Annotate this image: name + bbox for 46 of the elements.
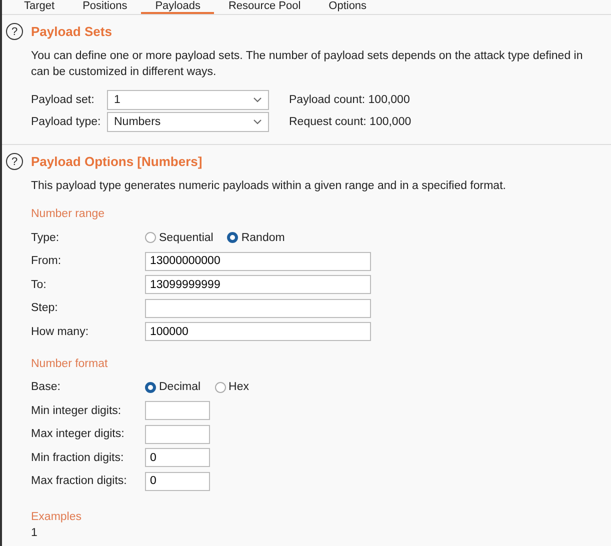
field-label: Payload set: xyxy=(31,94,96,106)
input-field[interactable]: 0 xyxy=(145,448,210,468)
input-field[interactable] xyxy=(145,298,371,318)
input-field[interactable] xyxy=(145,401,210,420)
subsection-heading: Examples xyxy=(31,511,82,523)
caret-icon xyxy=(253,119,262,125)
example-value: 1 xyxy=(31,527,38,539)
dropdown[interactable]: Numbers xyxy=(107,112,269,132)
field-label: Max integer digits: xyxy=(31,428,126,440)
field-label: Step: xyxy=(31,302,59,314)
tab[interactable]: Payloads xyxy=(141,0,214,14)
section-title: Payload Options [Numbers] xyxy=(31,154,202,169)
field-label: Type: xyxy=(31,232,60,244)
help-icon[interactable]: ? xyxy=(6,23,23,40)
field-label: Base: xyxy=(31,381,62,394)
input-field[interactable]: 13099999999 xyxy=(145,275,371,294)
radio-option[interactable]: Hex xyxy=(214,381,249,394)
tab[interactable]: Options xyxy=(314,0,381,14)
help-icon[interactable]: ? xyxy=(6,153,23,170)
input-field[interactable]: 13000000000 xyxy=(145,252,371,271)
field-label: Max fraction digits: xyxy=(31,475,128,488)
tab[interactable]: Target xyxy=(10,0,69,14)
caret-icon xyxy=(253,97,262,103)
field-label: Min integer digits: xyxy=(31,404,122,417)
input-field[interactable]: 100000 xyxy=(145,322,371,342)
dropdown[interactable]: 1 xyxy=(107,90,269,110)
tab[interactable]: Positions xyxy=(68,0,142,14)
field-label: How many: xyxy=(31,326,90,338)
field-label: To: xyxy=(31,278,48,291)
count-text: Request count: 100,000 xyxy=(289,116,412,128)
radio-option[interactable]: Random xyxy=(227,232,285,244)
description-text: This payload type generates numeric payloads within a given range and in a specified format. xyxy=(31,179,507,194)
field-label: Payload type: xyxy=(31,116,102,128)
radio-option[interactable]: Decimal xyxy=(145,381,201,394)
radio-option[interactable]: Sequential xyxy=(145,232,214,244)
subsection-heading: Number format xyxy=(31,358,109,370)
subsection-heading: Number range xyxy=(31,208,106,220)
input-field[interactable]: 0 xyxy=(145,472,210,491)
input-field[interactable] xyxy=(145,424,210,444)
count-text: Payload count: 100,000 xyxy=(289,94,410,106)
description-text: can be customized in different ways. xyxy=(31,65,218,80)
field-label: From: xyxy=(31,255,62,268)
description-text: You can define one or more payload sets. The number of payload sets depends on the attack type defined in xyxy=(31,49,584,64)
tab[interactable]: Resource Pool xyxy=(214,0,315,14)
field-label: Min fraction digits: xyxy=(31,452,125,464)
section-title: Payload Sets xyxy=(31,24,112,39)
